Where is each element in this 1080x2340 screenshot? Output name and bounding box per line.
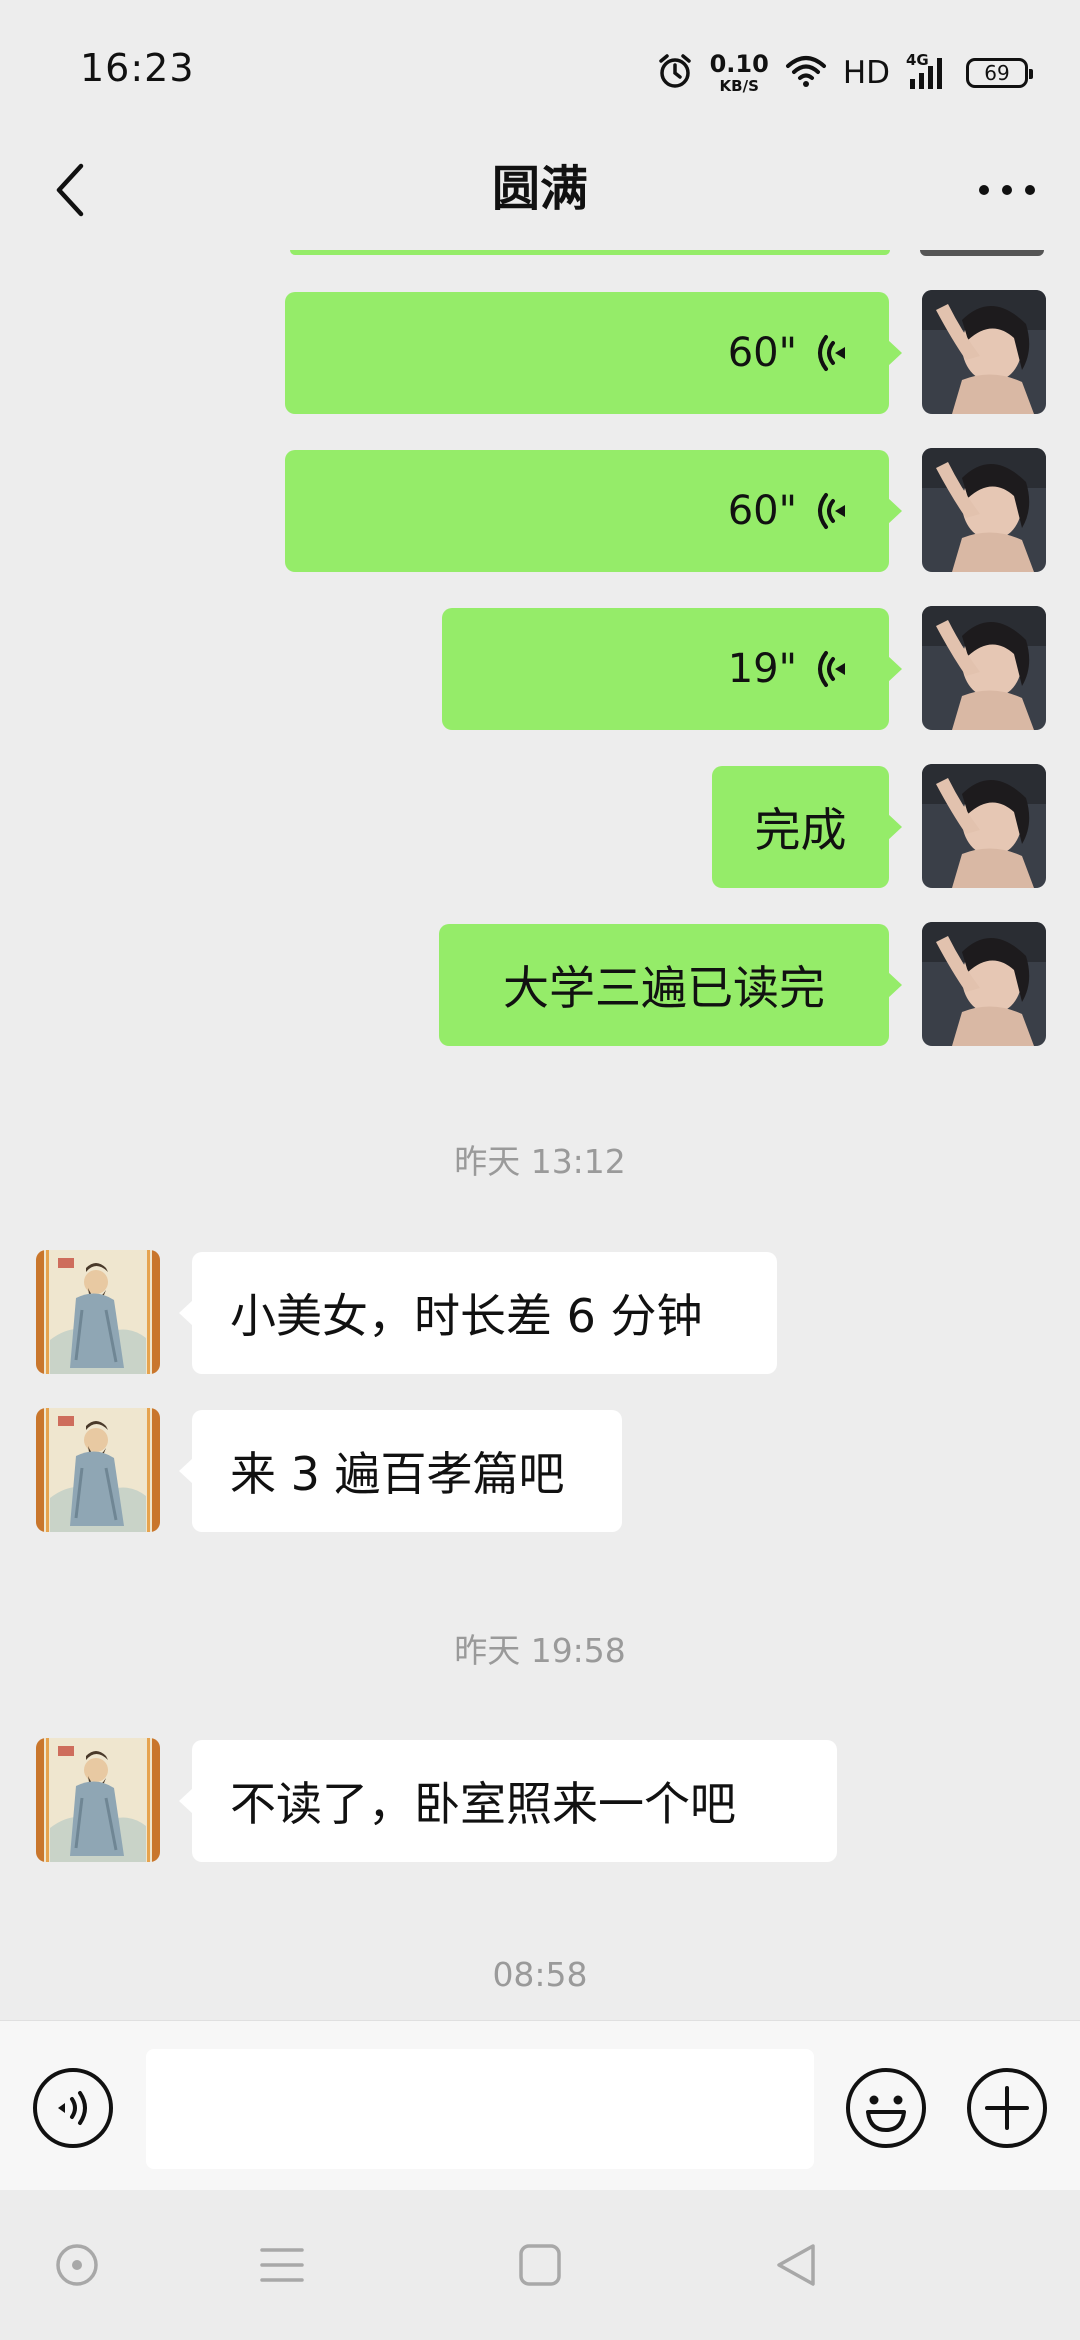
voice-wave-icon: [818, 651, 845, 687]
battery-indicator: 69: [966, 58, 1033, 88]
home-square-icon: [519, 2244, 561, 2286]
contact-avatar[interactable]: [36, 1408, 160, 1532]
text-message-bubble[interactable]: 大学三遍已读完: [439, 924, 902, 1046]
more-dots-icon: [979, 185, 1035, 195]
voice-message-bubble[interactable]: 60": [285, 292, 902, 414]
partial-message-bubble: [290, 250, 890, 255]
emoji-icon: [846, 2068, 926, 2148]
home-button[interactable]: [500, 2230, 580, 2300]
menu-button[interactable]: [242, 2230, 322, 2300]
message-text: 大学三遍已读完: [503, 961, 825, 1015]
text-message-bubble[interactable]: 来 3 遍百孝篇吧: [179, 1410, 622, 1532]
text-message-bubble[interactable]: 完成: [712, 766, 902, 888]
signal-icon: 4G: [906, 51, 950, 91]
message-timestamp: 08:58: [492, 1955, 588, 1994]
message-list[interactable]: 60" 60" 19" 完成 大学三遍已读完 昨天 13:12 小美女，时长差 …: [0, 250, 1080, 2020]
text-message-bubble[interactable]: 不读了，卧室照来一个吧: [179, 1740, 837, 1862]
my-avatar[interactable]: [922, 606, 1046, 730]
my-avatar[interactable]: [922, 290, 1046, 414]
chat-title: 圆满: [491, 161, 588, 217]
voice-wave-icon: [818, 493, 845, 529]
hd-indicator: HD: [842, 55, 890, 91]
partial-avatar: [920, 250, 1044, 256]
my-avatar[interactable]: [922, 764, 1046, 888]
alarm-icon: [656, 52, 694, 94]
assistant-button[interactable]: [37, 2230, 117, 2300]
voice-input-icon: [33, 2068, 113, 2148]
message-timestamp: 昨天 19:58: [454, 1631, 626, 1670]
status-bar: 16:23 0.10 KB/S HD 4G 69: [0, 0, 1080, 135]
my-avatar[interactable]: [922, 448, 1046, 572]
message-text: 小美女，时长差 6 分钟: [230, 1289, 703, 1343]
status-indicators: 0.10 KB/S HD 4G 69: [656, 50, 1033, 96]
voice-input-button[interactable]: [31, 2066, 115, 2150]
contact-avatar[interactable]: [36, 1738, 160, 1862]
voice-duration: 60": [727, 488, 797, 534]
plus-icon: [967, 2068, 1047, 2148]
message-input[interactable]: [146, 2049, 814, 2169]
assistant-dot-icon: [56, 2244, 98, 2286]
my-avatar[interactable]: [922, 922, 1046, 1046]
voice-wave-icon: [818, 335, 845, 371]
system-back-button[interactable]: [756, 2230, 836, 2300]
menu-icon: [260, 2248, 304, 2282]
text-message-bubble[interactable]: 小美女，时长差 6 分钟: [179, 1252, 777, 1374]
status-time: 16:23: [80, 46, 195, 90]
voice-duration: 60": [727, 330, 797, 376]
message-text: 不读了，卧室照来一个吧: [230, 1777, 736, 1831]
voice-message-bubble[interactable]: 19": [442, 608, 902, 730]
message-text: 完成: [754, 803, 847, 857]
voice-message-bubble[interactable]: 60": [285, 450, 902, 572]
net-speed: 0.10 KB/S: [709, 50, 769, 95]
add-button[interactable]: [965, 2066, 1049, 2150]
voice-duration: 19": [727, 646, 797, 692]
contact-avatar[interactable]: [36, 1250, 160, 1374]
back-triangle-icon: [777, 2244, 815, 2286]
message-text: 来 3 遍百孝篇吧: [230, 1447, 565, 1501]
more-button[interactable]: [972, 155, 1042, 225]
chat-header: 圆满: [0, 135, 1080, 250]
wifi-icon: [785, 54, 827, 92]
emoji-button[interactable]: [844, 2066, 928, 2150]
system-navigation-bar: [0, 2190, 1080, 2340]
message-timestamp: 昨天 13:12: [454, 1142, 626, 1181]
input-bar: [0, 2020, 1080, 2191]
